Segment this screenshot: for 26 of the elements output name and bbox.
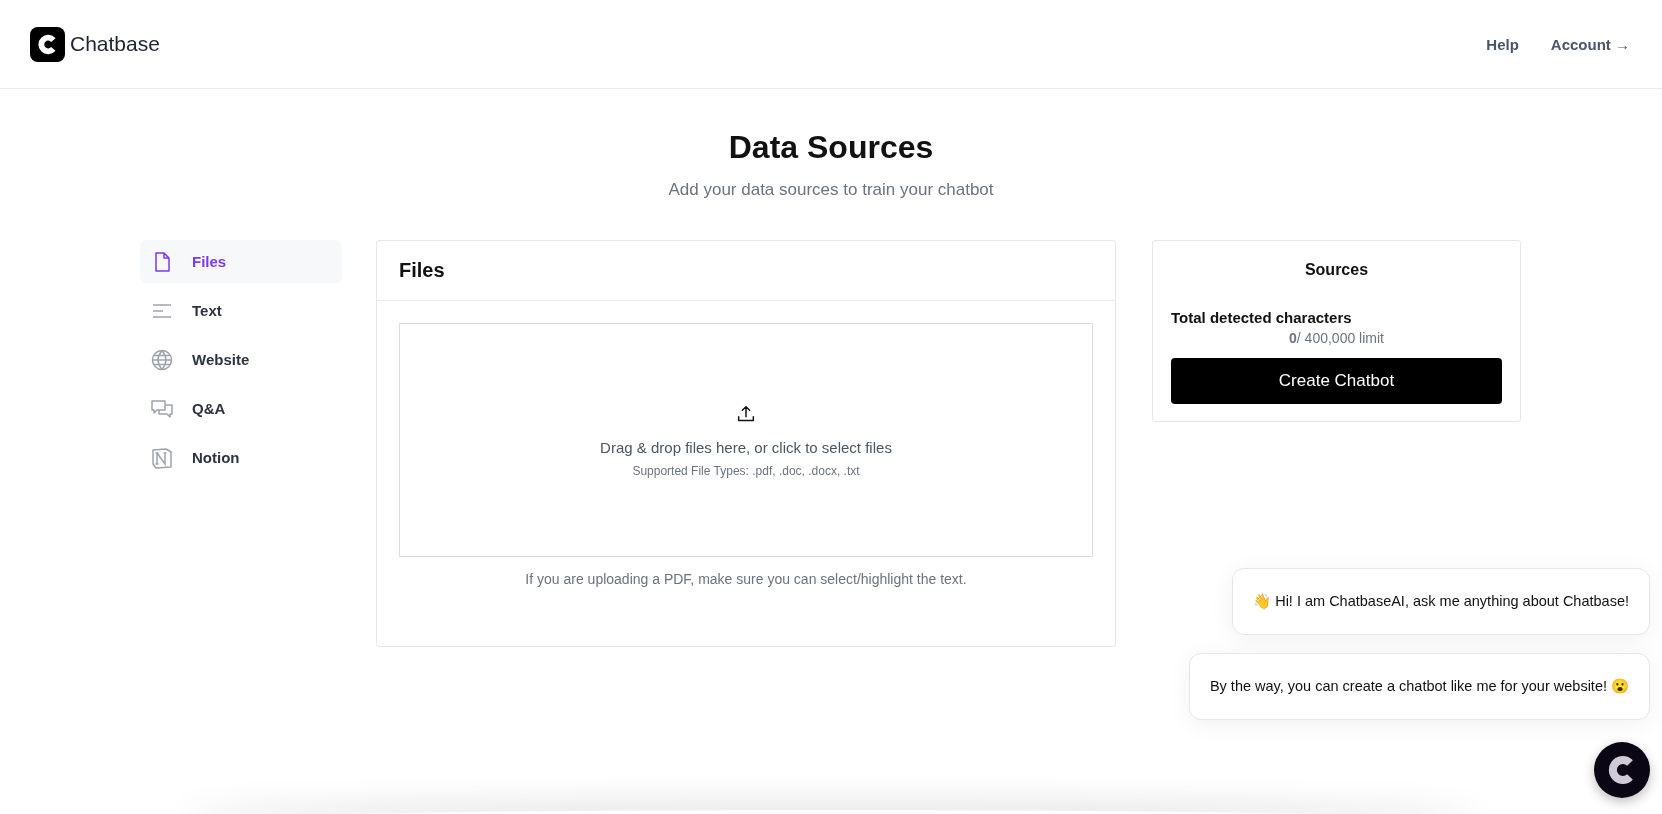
sources-title: Sources xyxy=(1303,261,1370,279)
chat-message: By the way, you can create a chatbot like me for your website! 😮 xyxy=(1188,653,1650,720)
create-chatbot-button[interactable]: Create Chatbot xyxy=(1171,358,1502,404)
logo-icon xyxy=(30,26,65,62)
panel-title: Files xyxy=(377,241,1115,301)
chat-launcher-button[interactable] xyxy=(1594,742,1650,798)
brand-name: Chatbase xyxy=(70,32,160,56)
nav-link[interactable]: Account → xyxy=(1550,35,1630,53)
page-subtitle: Add your data sources to train your chatbot xyxy=(667,180,995,200)
characters-count: 0/ 400,000 limit xyxy=(1288,330,1385,346)
sidebar-item[interactable]: Text xyxy=(140,289,342,332)
sidebar-item[interactable]: Notion xyxy=(140,436,342,479)
characters-label: Total detected characters xyxy=(1171,309,1353,326)
notion-logo-icon xyxy=(150,445,174,470)
dropzone-prompt: Drag & drop files here, or click to select files xyxy=(600,438,892,456)
sidebar-item[interactable]: Files xyxy=(140,240,342,283)
page-title: Data Sources xyxy=(727,129,935,166)
sidebar-item[interactable]: Q&A xyxy=(140,387,342,430)
globe-icon xyxy=(150,347,174,372)
nav-link[interactable]: Help xyxy=(1486,35,1519,53)
chat-message: 👋 Hi! I am ChatbaseAI, ask me anything about Chatbase! xyxy=(1232,568,1650,635)
logo-icon xyxy=(1594,742,1650,798)
file-dropzone[interactable]: Drag & drop files here, or click to select files Supported File Types: .pdf, .doc, .docx, .txt xyxy=(399,323,1093,557)
dropzone-file-types: Supported File Types: .pdf, .doc, .docx, .txt xyxy=(632,463,860,478)
upload-note: If you are uploading a PDF, make sure you can select/highlight the text. xyxy=(524,571,968,587)
sidebar-item[interactable]: Website xyxy=(140,338,342,381)
